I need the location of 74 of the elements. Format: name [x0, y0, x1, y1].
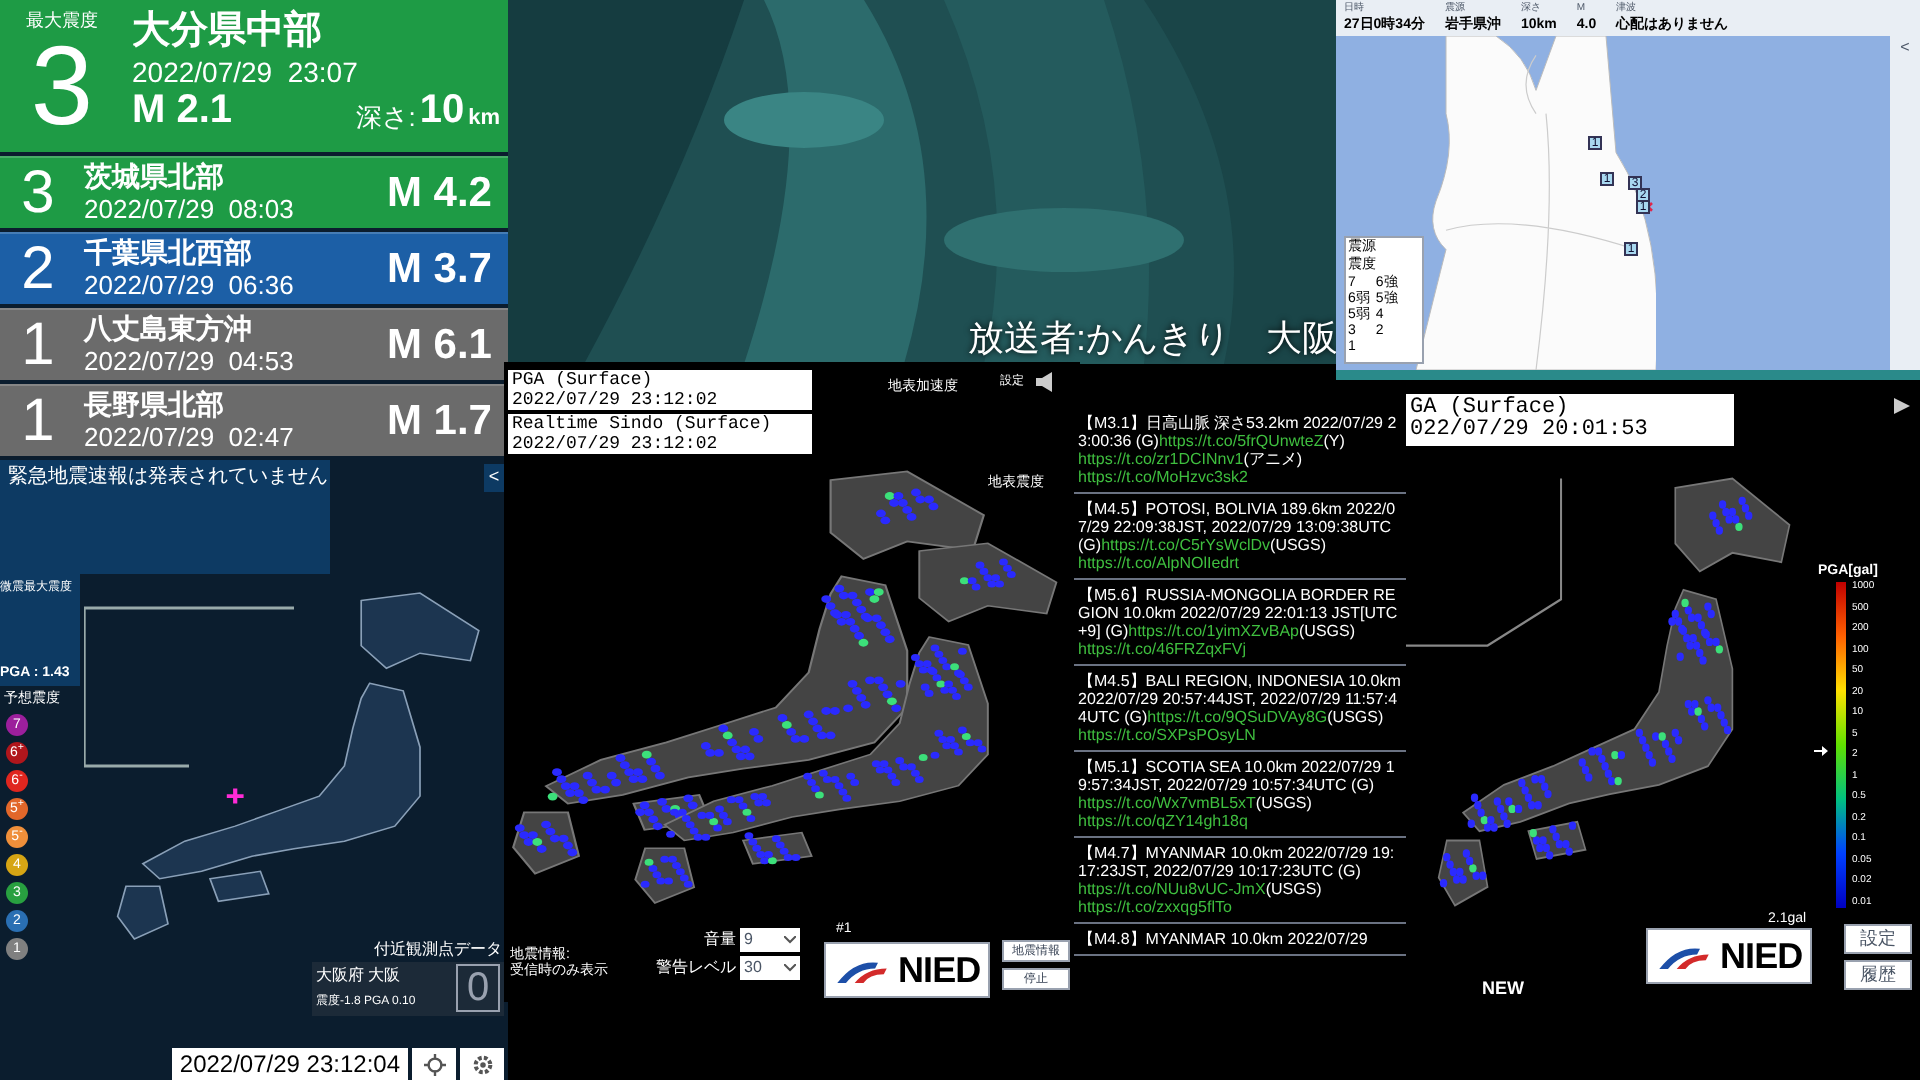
box-title: Realtime Sindo (Surface): [512, 414, 774, 434]
box-title: PGA (Surface): [512, 370, 655, 390]
box-time: 2022/07/29 23:12:02: [512, 390, 720, 410]
tweet-link[interactable]: https://t.co/zxxqg5flTo: [1078, 898, 1232, 916]
tweet-link[interactable]: https://t.co/AlpNOlIedrt: [1078, 554, 1239, 572]
region-name: 八丈島東方沖: [84, 311, 254, 347]
depth-value: 10: [419, 90, 465, 131]
box-title: GA (Surface): [1410, 398, 1569, 420]
new-label: NEW: [1482, 976, 1524, 1002]
quake-row[interactable]: 2 千葉県北西部 2022/07/29 06:36 M 3.7: [0, 232, 508, 304]
chevron-down-icon: [784, 964, 796, 972]
tweet-link[interactable]: https://t.co/C5rYsWclDv: [1101, 536, 1271, 554]
volume-label: 音量: [704, 928, 736, 952]
tweet-link[interactable]: https://t.co/NUu8vUC-JmX: [1078, 880, 1266, 898]
region-name: 千葉県北西部: [84, 235, 254, 271]
logo-text: NIED: [898, 952, 981, 988]
chevron-down-icon: [784, 936, 796, 944]
datetime: 2022/07/29 23:07: [132, 55, 360, 91]
intensity-value: 3: [30, 30, 94, 142]
intensity-value: 3: [19, 163, 57, 223]
action-button[interactable]: 設定: [1844, 924, 1912, 954]
quake-row[interactable]: 1 八丈島東方沖 2022/07/29 04:53 M 6.1: [0, 308, 508, 380]
quake-row[interactable]: 3 茨城県北部 2022/07/29 08:03 M 4.2: [0, 156, 508, 228]
volume-select[interactable]: 9: [740, 928, 800, 952]
region-name: 大分県中部: [132, 8, 324, 56]
depth-unit: km: [468, 108, 500, 131]
region-name: 茨城県北部: [84, 159, 226, 195]
tweet-link[interactable]: https://t.co/9QSuDVAy8G: [1147, 708, 1328, 726]
speaker-icon: [1036, 372, 1054, 392]
box-time: 022/07/29 20:01:53: [1410, 420, 1650, 442]
magnitude: M 2.1: [132, 90, 233, 131]
tweet-link[interactable]: https://t.co/qZY14gh18q: [1078, 812, 1248, 830]
nearby-title: 付近観測点データ: [374, 938, 502, 962]
magnitude: M 1.7: [386, 395, 494, 448]
locate-button[interactable]: [412, 1048, 456, 1080]
feed-entry: 【M4.8】MYANMAR 10.0km 2022/07/29: [1074, 924, 1406, 956]
datetime: 2022/07/29 02:47: [84, 422, 296, 455]
station-intensity: 0: [456, 964, 500, 1012]
tweet-link[interactable]: https://t.co/MoHzvc3sk2: [1078, 468, 1248, 486]
magnitude: M 3.7: [386, 243, 494, 296]
datetime: 2022/07/29 06:36: [84, 270, 296, 303]
datetime: 2022/07/29 08:03: [84, 194, 296, 227]
station-name: 大阪府 大阪: [316, 964, 401, 988]
clock: 2022/07/29 23:12:04: [171, 1048, 408, 1080]
crosshair-icon: [423, 1053, 445, 1075]
datetime: 2022/07/29 04:53: [84, 346, 296, 379]
action-button[interactable]: 履歴: [1844, 960, 1912, 990]
settings-icon: [471, 1053, 493, 1075]
intensity-value: 1: [19, 315, 57, 375]
legend-panel: [1344, 236, 1424, 364]
intensity-value: 1: [19, 391, 57, 451]
depth-label: 深さ:: [356, 104, 416, 131]
tweet-link[interactable]: https://t.co/zr1DCINnv1: [1078, 450, 1244, 468]
tweet-link[interactable]: https://t.co/5frQUnwteZ: [1158, 432, 1324, 450]
box-time: 2022/07/29 23:12:02: [512, 434, 720, 454]
tweet-link[interactable]: https://t.co/Wx7vmBL5xT: [1078, 794, 1256, 812]
collapse-button[interactable]: <: [484, 463, 504, 491]
region-name: 長野県北部: [84, 387, 226, 423]
tweet-link[interactable]: https://t.co/SXPsPOsyLN: [1078, 726, 1256, 744]
tweet-link[interactable]: https://t.co/1yimXZvBAp: [1128, 622, 1299, 640]
play-icon[interactable]: [1894, 398, 1910, 414]
broadcaster-label: 放送者:かんきり 大阪: [968, 316, 1339, 362]
magnitude: M 6.1: [386, 319, 494, 372]
tweet-link[interactable]: https://t.co/46FRZqxFVj: [1078, 640, 1247, 658]
alert-level-label: 警告レベル: [656, 956, 736, 980]
quake-row[interactable]: 1 長野県北部 2022/07/29 02:47 M 1.7: [0, 384, 508, 456]
settings-button[interactable]: [460, 1048, 504, 1080]
collapse-button[interactable]: <: [1900, 40, 1910, 56]
warning-message: 緊急地震速報は発表されていません: [0, 460, 330, 494]
magnitude: M 4.2: [386, 167, 494, 220]
intensity-value: 2: [19, 239, 57, 299]
alert-level-select[interactable]: 30: [740, 956, 800, 980]
max-intensity-label: 最大震度: [26, 12, 98, 30]
logo-text: NIED: [1720, 938, 1803, 974]
